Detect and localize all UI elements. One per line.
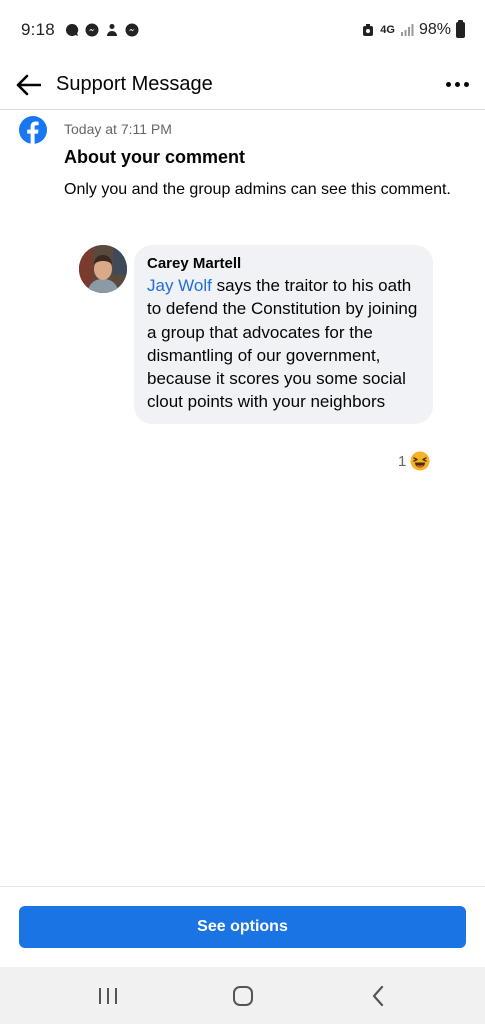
more-options-button[interactable] [429,60,485,110]
person-icon [106,24,117,36]
comment-text: Jay Wolf says the traitor to his oath to… [147,274,420,414]
message-body: Only you and the group admins can see th… [64,181,451,198]
back-button[interactable] [0,60,56,110]
home-icon [232,985,253,1006]
bottom-divider [0,886,485,887]
mention-link[interactable]: Jay Wolf [147,276,212,295]
more-dot [463,82,469,87]
alarm-icon [363,24,374,36]
more-dots-icon [445,82,451,87]
more-dot [454,82,460,87]
see-options-button[interactable]: See options [19,906,466,948]
recents-icon [98,987,117,1004]
recents-button[interactable] [78,974,138,1018]
home-button[interactable] [213,974,273,1018]
back-nav-button[interactable] [348,974,408,1018]
avatar[interactable] [79,245,127,293]
message-title: About your comment [64,147,246,167]
chevron-left-icon [372,985,383,1006]
messenger-icon [85,23,99,37]
facebook-logo-icon [19,116,47,144]
page-title: Support Message [56,73,213,95]
comment-body: says the traitor to his oath to defend t… [147,276,418,412]
system-nav-bar [0,967,485,1024]
status-bar: 9:18 4G 98% [0,0,485,60]
signal-icon [400,24,414,36]
message-timestamp: Today at 7:11 PM [64,121,172,137]
status-left: 9:18 [21,20,139,40]
battery-percent: 98% [418,21,451,38]
comment-author[interactable]: Carey Martell [147,254,420,274]
laughing-emoji-icon [410,451,430,471]
reaction-summary[interactable]: 1 [398,451,430,471]
profile-photo-icon [79,245,127,293]
arrow-left-icon [16,74,41,95]
chat-bubble-icon [65,23,79,36]
app-header: Support Message [0,60,485,110]
messenger-icon [125,23,139,37]
reaction-count: 1 [398,452,407,470]
status-right: 4G 98% [361,20,465,39]
comment-bubble[interactable]: Carey Martell Jay Wolf says the traitor … [134,245,433,424]
network-type: 4G [380,24,395,36]
battery-icon [456,20,465,38]
status-time: 9:18 [21,20,55,39]
